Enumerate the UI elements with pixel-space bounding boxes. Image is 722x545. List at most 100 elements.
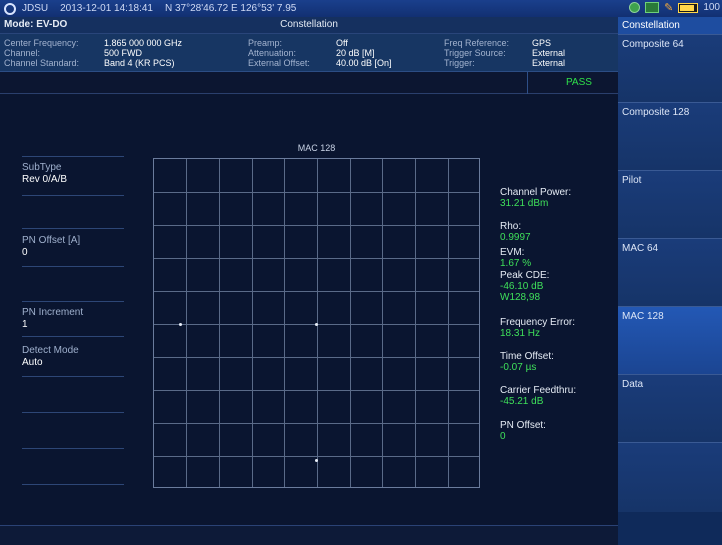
divider xyxy=(22,376,124,377)
result-rho: Rho: 0.9997 xyxy=(500,221,531,243)
result-label: Carrier Feedthru: xyxy=(500,385,577,396)
menu-mac-128[interactable]: MAC 128 xyxy=(618,306,722,374)
trigger-source-value: External xyxy=(532,48,566,58)
menu-pilot[interactable]: Pilot xyxy=(618,170,722,238)
grid-line xyxy=(284,159,285,487)
result-label: EVM: xyxy=(500,247,525,258)
brand: JDSU xyxy=(22,3,49,14)
menu-data[interactable]: Data xyxy=(618,374,722,442)
grid-line xyxy=(350,159,351,487)
channel-standard-value: Band 4 (KR PCS) xyxy=(104,58,175,68)
result-value: -0.07 µs xyxy=(500,362,537,373)
result-value: 18.31 Hz xyxy=(500,328,541,339)
attenuation-value: 20 dB [M] xyxy=(336,48,375,58)
freq-reference-value: GPS xyxy=(532,38,552,48)
grid-line xyxy=(154,357,479,358)
result-label: PN Offset: xyxy=(500,420,546,431)
status-bar: JDSU 2013-12-01 14:18:41 N 37°28'46.72 E… xyxy=(0,0,722,17)
result-value: -46.10 dB xyxy=(500,281,544,292)
result-value: 1.67 % xyxy=(500,258,532,269)
grid-line xyxy=(382,159,383,487)
grid-line xyxy=(415,159,416,487)
param-value: 1 xyxy=(22,319,28,330)
grid-line xyxy=(154,258,479,259)
footer-bar xyxy=(0,525,618,545)
constellation-point xyxy=(179,323,182,326)
grid-line xyxy=(186,159,187,487)
param-value: 0 xyxy=(22,247,28,258)
param-detect-mode[interactable]: Detect Mode Auto xyxy=(22,345,132,369)
trigger-value: External xyxy=(532,58,566,68)
channel-standard-label: Channel Standard: xyxy=(4,58,80,68)
grid-line xyxy=(154,291,479,292)
param-pn-increment[interactable]: PN Increment 1 xyxy=(22,307,132,331)
result-channel-power: Channel Power: 31.21 dBm xyxy=(500,187,571,209)
grid-line xyxy=(154,456,479,457)
trigger-label: Trigger: xyxy=(444,58,475,68)
grid-line xyxy=(219,159,220,487)
divider xyxy=(22,195,124,196)
divider xyxy=(22,336,124,337)
constellation-grid xyxy=(153,158,480,488)
menu-composite-128[interactable]: Composite 128 xyxy=(618,102,722,170)
param-label: PN Increment xyxy=(22,307,84,318)
preamp-value: Off xyxy=(336,38,348,48)
grid-line xyxy=(154,225,479,226)
result-label: Channel Power: xyxy=(500,187,572,198)
divider xyxy=(527,72,528,94)
result-frequency-error: Frequency Error: 18.31 Hz xyxy=(500,317,575,339)
result-value: 0 xyxy=(500,431,506,442)
softkey-menu: Constellation Composite 64 Composite 128… xyxy=(618,17,722,545)
channel-value: 500 FWD xyxy=(104,48,143,58)
divider xyxy=(22,228,124,229)
param-value: Rev 0/A/B xyxy=(22,174,68,185)
divider xyxy=(22,412,124,413)
center-frequency-value: 1.865 000 000 GHz xyxy=(104,38,183,48)
divider xyxy=(22,484,124,485)
channel-label: Channel: xyxy=(4,48,41,58)
divider xyxy=(22,301,124,302)
info-panel: Center Frequency: Channel: Channel Stand… xyxy=(0,34,618,72)
attenuation-label: Attenuation: xyxy=(248,48,297,58)
grid-line xyxy=(252,159,253,487)
constellation-point xyxy=(315,323,318,326)
usb-icon xyxy=(645,2,660,13)
menu-header: Constellation xyxy=(618,17,722,34)
result-value-code: W128,98 xyxy=(500,292,541,303)
freq-reference-label: Freq Reference: xyxy=(444,38,510,48)
jdsu-logo-icon xyxy=(4,2,16,15)
status-strip: PASS xyxy=(0,72,618,94)
battery-level: 100 xyxy=(703,2,720,13)
grid-line xyxy=(154,390,479,391)
divider xyxy=(22,156,124,157)
param-label: Detect Mode xyxy=(22,345,79,356)
result-label: Peak CDE: xyxy=(500,270,550,281)
menu-mac-64[interactable]: MAC 64 xyxy=(618,238,722,306)
center-frequency-label: Center Frequency: xyxy=(4,38,79,48)
menu-composite-64[interactable]: Composite 64 xyxy=(618,34,722,102)
result-value: -45.21 dB xyxy=(500,396,544,407)
result-label: Time Offset: xyxy=(500,351,554,362)
screen-title: Constellation xyxy=(280,19,338,30)
datetime: 2013-12-01 14:18:41 xyxy=(60,3,153,14)
battery-icon xyxy=(678,2,699,13)
globe-icon xyxy=(629,2,641,13)
trigger-source-label: Trigger Source: xyxy=(444,48,506,58)
param-subtype[interactable]: SubType Rev 0/A/B xyxy=(22,162,132,186)
result-value: 0.9997 xyxy=(500,232,531,243)
pass-indicator: PASS xyxy=(566,77,592,88)
plot-title: MAC 128 xyxy=(297,143,336,153)
result-value: 31.21 dBm xyxy=(500,198,549,209)
external-offset-value: 40.00 dB [On] xyxy=(336,58,392,68)
result-label: Frequency Error: xyxy=(500,317,576,328)
grid-line xyxy=(448,159,449,487)
result-time-offset: Time Offset: -0.07 µs xyxy=(500,351,554,373)
measurement-area: SubType Rev 0/A/B PN Offset [A] 0 PN Inc… xyxy=(0,95,618,525)
result-pn-offset: PN Offset: 0 xyxy=(500,420,546,442)
param-label: PN Offset [A] xyxy=(22,235,81,246)
param-label: SubType xyxy=(22,162,62,173)
param-pn-offset[interactable]: PN Offset [A] 0 xyxy=(22,235,132,259)
pin-icon: ✎ xyxy=(664,2,674,14)
result-peak-cde: Peak CDE: -46.10 dB W128,98 xyxy=(500,270,549,303)
divider xyxy=(22,448,124,449)
